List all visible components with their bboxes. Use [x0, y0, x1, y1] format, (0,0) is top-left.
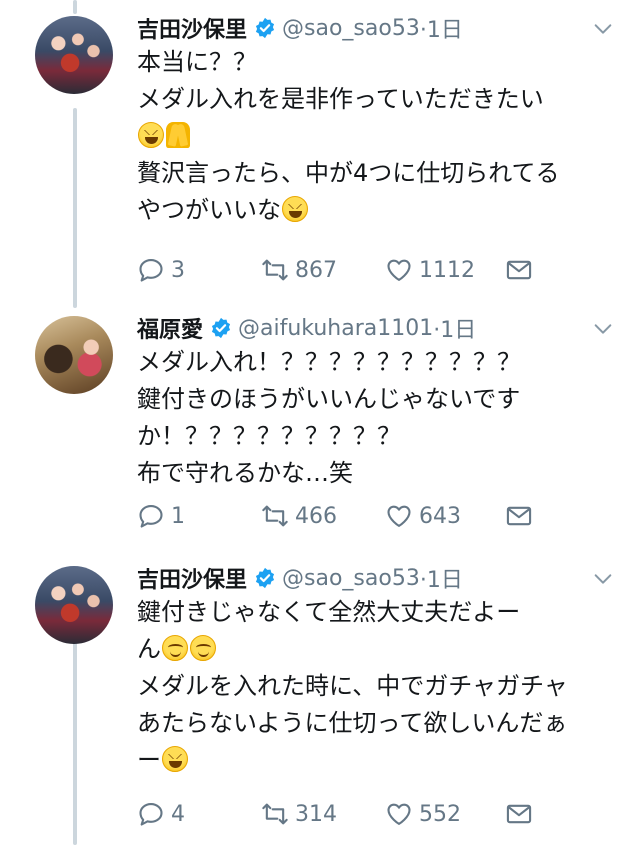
tweet-line: メダルを入れた時に、中でガチャガチャ: [137, 672, 568, 700]
tweet-header: 吉田沙保里 @sao_sao53 ·1日: [137, 10, 463, 46]
tweet-line: 鍵付きのほうがいいんじゃないです: [137, 385, 521, 413]
retweet-button[interactable]: 314: [261, 800, 385, 828]
tweet-header: 吉田沙保里 @sao_sao53 ·1日: [137, 560, 463, 596]
grin-emoji: [162, 746, 188, 772]
tweet[interactable]: 吉田沙保里 @sao_sao53 ·1日 本当に？？ メダル入れを是非作っていた…: [0, 0, 640, 300]
direct-message-icon: [506, 506, 532, 526]
tweet-thread: 吉田沙保里 @sao_sao53 ·1日 本当に？？ メダル入れを是非作っていた…: [0, 0, 640, 845]
like-count: 552: [419, 801, 461, 827]
tweet-actions: 4 314 552: [137, 796, 557, 832]
like-button[interactable]: 1112: [385, 256, 505, 284]
reply-icon: [139, 505, 163, 528]
tweet-line: ー: [137, 746, 161, 774]
author-name[interactable]: 吉田沙保里: [137, 12, 247, 44]
direct-message-button[interactable]: [505, 800, 533, 828]
reply-count: 1: [171, 503, 185, 529]
tweet-timestamp[interactable]: ·1日: [420, 12, 463, 44]
like-button[interactable]: 643: [385, 502, 505, 530]
tweet-actions: 3 867 1112: [137, 252, 557, 288]
tweet-line: 本当に？？: [137, 48, 257, 76]
reply-button[interactable]: 3: [137, 256, 261, 284]
reply-icon: [139, 259, 163, 282]
grin-emoji: [138, 122, 164, 148]
direct-message-button[interactable]: [505, 256, 533, 284]
reply-button[interactable]: 1: [137, 502, 261, 530]
avatar[interactable]: [35, 316, 113, 394]
tweet-line: 鍵付きじゃなくて全然大丈夫だよー: [137, 598, 521, 626]
tweet-line: メダル入れ！？？？？？？？？？？: [137, 348, 521, 376]
tweet-line: あたらないように仕切って欲しいんだぁ: [137, 709, 568, 737]
reply-icon: [139, 803, 163, 826]
reply-count: 4: [171, 801, 185, 827]
verified-badge-icon: [211, 317, 231, 339]
tweet[interactable]: 福原愛 @aifukuhara1101 ·1日 メダル入れ！？？？？？？？？？？…: [0, 300, 640, 550]
reply-button[interactable]: 4: [137, 800, 261, 828]
like-heart-icon: [387, 259, 411, 281]
avatar[interactable]: [35, 566, 113, 644]
verified-badge-icon: [255, 17, 275, 39]
tweet-line: か！？？？？？？？？？: [137, 422, 401, 450]
smile-emoji: [190, 635, 216, 661]
verified-badge-icon: [255, 567, 275, 589]
retweet-icon: [262, 803, 288, 825]
chevron-down-icon[interactable]: [592, 318, 614, 340]
tweet-header: 福原愛 @aifukuhara1101 ·1日: [137, 310, 476, 346]
grin-emoji: [282, 196, 308, 222]
author-name[interactable]: 吉田沙保里: [137, 562, 247, 594]
tweet-line: 布で守れるかな…笑: [137, 459, 353, 487]
like-heart-icon: [387, 803, 411, 825]
tweet-text: メダル入れ！？？？？？？？？？？ 鍵付きのほうがいいんじゃないです か！？？？？…: [137, 344, 617, 492]
tweet[interactable]: 吉田沙保里 @sao_sao53 ·1日 鍵付きじゃなくて全然大丈夫だよー ん …: [0, 550, 640, 845]
direct-message-icon: [506, 260, 532, 280]
tweet-actions: 1 466 643: [137, 498, 557, 534]
tweet-line: ん: [137, 635, 161, 663]
retweet-icon: [262, 259, 288, 281]
tweet-timestamp[interactable]: ·1日: [433, 312, 476, 344]
tweet-text: 本当に？？ メダル入れを是非作っていただきたい 贅沢言ったら、中が4つに仕切られ…: [137, 44, 617, 229]
reply-count: 3: [171, 257, 185, 283]
tweet-line: 贅沢言ったら、中が4つに仕切られてる: [137, 159, 560, 187]
retweet-button[interactable]: 466: [261, 502, 385, 530]
author-handle[interactable]: @sao_sao53: [282, 566, 420, 591]
author-handle[interactable]: @aifukuhara1101: [238, 316, 433, 341]
tweet-line: やつがいいな: [137, 196, 281, 224]
like-count: 643: [419, 503, 461, 529]
chevron-down-icon[interactable]: [592, 568, 614, 590]
chevron-down-icon[interactable]: [592, 18, 614, 40]
like-count: 1112: [419, 257, 475, 283]
retweet-count: 466: [295, 503, 337, 529]
pray-emoji: [166, 122, 190, 148]
like-button[interactable]: 552: [385, 800, 505, 828]
author-handle[interactable]: @sao_sao53: [282, 16, 420, 41]
retweet-count: 314: [295, 801, 337, 827]
tweet-line: メダル入れを是非作っていただきたい: [137, 85, 544, 113]
smile-emoji: [162, 635, 188, 661]
direct-message-icon: [506, 804, 532, 824]
retweet-button[interactable]: 867: [261, 256, 385, 284]
like-heart-icon: [387, 505, 411, 527]
avatar[interactable]: [35, 16, 113, 94]
retweet-count: 867: [295, 257, 337, 283]
direct-message-button[interactable]: [505, 502, 533, 530]
tweet-timestamp[interactable]: ·1日: [420, 562, 463, 594]
author-name[interactable]: 福原愛: [137, 312, 203, 344]
retweet-icon: [262, 505, 288, 527]
tweet-text: 鍵付きじゃなくて全然大丈夫だよー ん メダルを入れた時に、中でガチャガチャ あた…: [137, 594, 617, 779]
